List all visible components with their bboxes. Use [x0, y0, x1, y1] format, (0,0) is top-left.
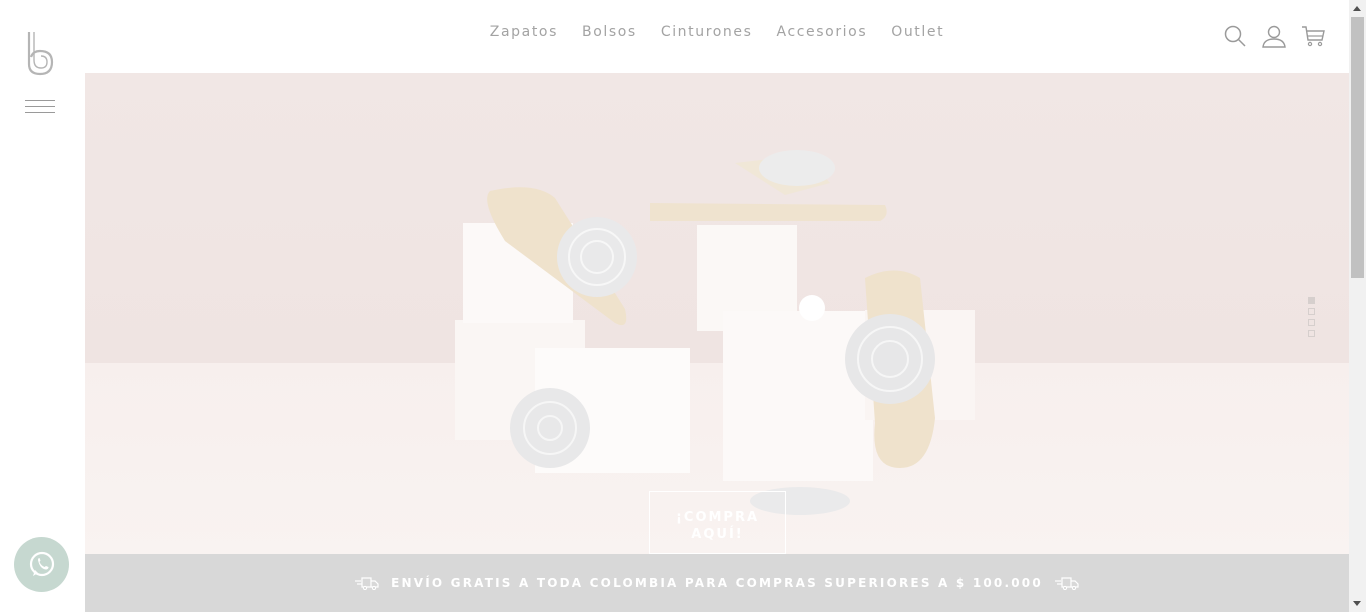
nav-item-outlet[interactable]: Outlet: [879, 24, 956, 40]
slide-indicators: [1308, 297, 1315, 337]
slide-dot-1[interactable]: [1308, 297, 1315, 304]
free-shipping-bar: ENVÍO GRATIS A TODA COLOMBIA PARA COMPRA…: [85, 554, 1349, 612]
whatsapp-button[interactable]: [14, 537, 69, 592]
main-nav: Zapatos Bolsos Cinturones Accesorios Out…: [85, 24, 1349, 40]
delivery-truck-icon: [1054, 577, 1079, 590]
header-icons: [1223, 24, 1325, 48]
slide-dot-2[interactable]: [1308, 308, 1315, 315]
slide-dot-4[interactable]: [1308, 330, 1315, 337]
nav-item-zapatos[interactable]: Zapatos: [478, 24, 570, 40]
free-shipping-text: ENVÍO GRATIS A TODA COLOMBIA PARA COMPRA…: [391, 576, 1043, 590]
shop-now-button[interactable]: ¡COMPRA AQUÍ!: [649, 491, 786, 554]
whatsapp-icon: [29, 551, 54, 576]
cta-line1: ¡COMPRA: [675, 510, 760, 525]
scroll-down-arrow-icon[interactable]: [1353, 601, 1361, 606]
cta-line2: AQUÍ!: [691, 527, 744, 542]
page-scrollbar[interactable]: [1349, 0, 1366, 612]
user-icon[interactable]: [1261, 24, 1287, 48]
delivery-truck-icon: [355, 577, 379, 590]
nav-item-cinturones[interactable]: Cinturones: [649, 24, 765, 40]
search-icon[interactable]: [1223, 24, 1247, 48]
top-navigation-bar: Zapatos Bolsos Cinturones Accesorios Out…: [85, 0, 1349, 73]
scrollbar-thumb[interactable]: [1351, 17, 1364, 278]
hero-banner: ¡COMPRA AQUÍ!: [85, 73, 1349, 554]
hamburger-icon[interactable]: [25, 99, 55, 115]
scroll-up-arrow-icon[interactable]: [1353, 6, 1361, 11]
b-logo-icon[interactable]: [26, 30, 56, 76]
cart-icon[interactable]: [1301, 24, 1325, 48]
slide-dot-3[interactable]: [1308, 319, 1315, 326]
sidebar: [0, 0, 85, 612]
nav-item-bolsos[interactable]: Bolsos: [570, 24, 649, 40]
hero-product-image: [85, 73, 1349, 554]
nav-item-accesorios[interactable]: Accesorios: [765, 24, 880, 40]
